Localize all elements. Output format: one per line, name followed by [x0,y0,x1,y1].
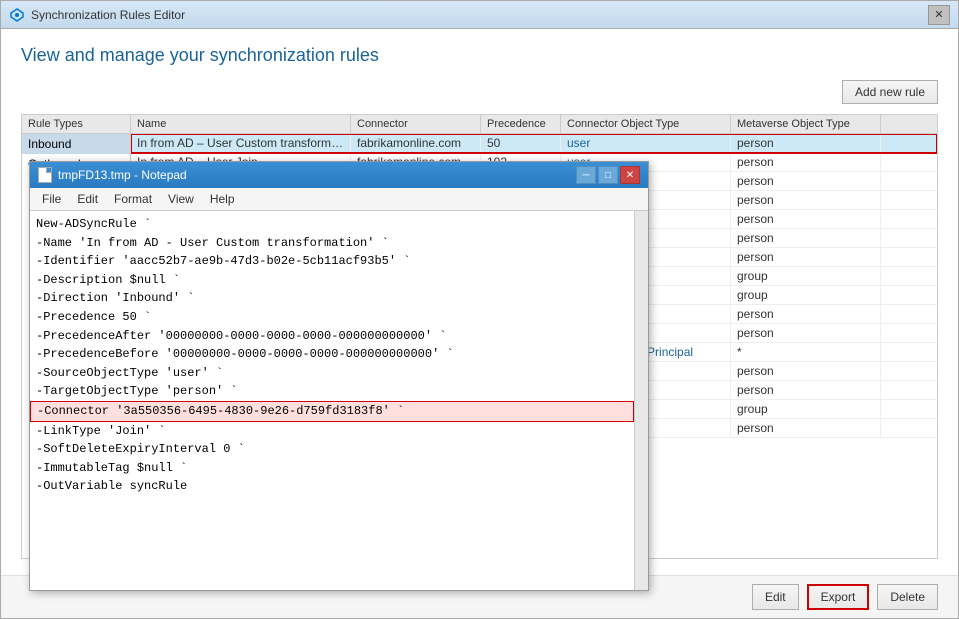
notepad-line-6: -PrecedenceAfter '00000000-0000-0000-000… [36,327,628,346]
close-button[interactable]: ✕ [928,5,950,25]
cell-mot: person [731,172,881,190]
notepad-menu-help[interactable]: Help [202,190,243,208]
notepad-menubar: File Edit Format View Help [30,188,648,211]
notepad-minimize-button[interactable]: ─ [576,166,596,184]
notepad-line-13: -ImmutableTag $null ` [36,459,628,478]
title-bar: Synchronization Rules Editor ✕ [1,1,958,29]
notepad-menu-view[interactable]: View [160,190,202,208]
window-title: Synchronization Rules Editor [31,8,185,22]
notepad-menu-file[interactable]: File [34,190,69,208]
notepad-controls: ─ □ ✕ [576,166,640,184]
cell-mot: person [731,134,881,152]
notepad-line-14: -OutVariable syncRule [36,477,628,496]
col-header-connector: Connector [351,115,481,133]
rule-type-inbound[interactable]: Inbound [22,134,130,154]
notepad-line-8: -SourceObjectType 'user' ` [36,364,628,383]
table-row[interactable]: In from AD – User Custom transformation … [131,134,937,153]
cell-name: In from AD – User Custom transformation [131,134,351,152]
notepad-scrollbar[interactable] [634,211,648,590]
col-header-precedence: Precedence [481,115,561,133]
notepad-close-button[interactable]: ✕ [620,166,640,184]
notepad-line-5: -Precedence 50 ` [36,308,628,327]
notepad-text-area[interactable]: New-ADSyncRule ` -Name 'In from AD - Use… [30,211,634,590]
cell-mot: person [731,191,881,209]
table-header: Name Connector Precedence Connector Obje… [131,115,937,134]
notepad-title: tmpFD13.tmp - Notepad [58,168,187,182]
notepad-line-9: -TargetObjectType 'person' ` [36,382,628,401]
notepad-title-bar: tmpFD13.tmp - Notepad ─ □ ✕ [30,162,648,188]
col-header-cot: Connector Object Type [561,115,731,133]
notepad-line-7: -PrecedenceBefore '00000000-0000-0000-00… [36,345,628,364]
notepad-line-12: -SoftDeleteExpiryInterval 0 ` [36,440,628,459]
page-title: View and manage your synchronization rul… [21,45,938,66]
cell-mot: person [731,248,881,266]
app-icon [9,7,25,23]
col-header-mot: Metaverse Object Type [731,115,881,133]
cell-mot: person [731,153,881,171]
notepad-line-1: -Name 'In from AD - User Custom transfor… [36,234,628,253]
cell-connector: fabrikamonline.com [351,134,481,152]
notepad-line-0: New-ADSyncRule ` [36,215,628,234]
cell-mot: person [731,381,881,399]
notepad-line-2: -Identifier 'aacc52b7-ae9b-47d3-b02e-5cb… [36,252,628,271]
notepad-doc-icon [38,167,52,183]
add-new-rule-button[interactable]: Add new rule [842,80,938,104]
cell-mot: * [731,343,881,361]
cell-mot: group [731,400,881,418]
cell-mot: group [731,267,881,285]
title-bar-left: Synchronization Rules Editor [9,7,185,23]
cell-mot: person [731,305,881,323]
cell-mot: person [731,210,881,228]
notepad-maximize-button[interactable]: □ [598,166,618,184]
notepad-content: New-ADSyncRule ` -Name 'In from AD - Use… [30,211,648,590]
cell-mot: group [731,286,881,304]
cell-mot: person [731,324,881,342]
notepad-menu-format[interactable]: Format [106,190,160,208]
rule-types-header: Rule Types [22,115,130,134]
notepad-title-left: tmpFD13.tmp - Notepad [38,167,187,183]
notepad-window: tmpFD13.tmp - Notepad ─ □ ✕ File Edit Fo… [29,161,649,591]
toolbar: Add new rule [21,80,938,104]
delete-button[interactable]: Delete [877,584,938,610]
cell-mot: person [731,419,881,437]
cell-prec: 50 [481,134,561,152]
export-button[interactable]: Export [807,584,870,610]
notepad-line-4: -Direction 'Inbound' ` [36,289,628,308]
col-header-name: Name [131,115,351,133]
cell-mot: person [731,229,881,247]
notepad-line-3: -Description $null ` [36,271,628,290]
notepad-line-connector: -Connector '3a550356-6495-4830-9e26-d759… [30,401,634,422]
notepad-menu-edit[interactable]: Edit [69,190,106,208]
edit-button[interactable]: Edit [752,584,799,610]
cell-mot: person [731,362,881,380]
cell-cot: user [561,134,731,152]
main-window: Synchronization Rules Editor ✕ View and … [0,0,959,619]
notepad-line-11: -LinkType 'Join' ` [36,422,628,441]
